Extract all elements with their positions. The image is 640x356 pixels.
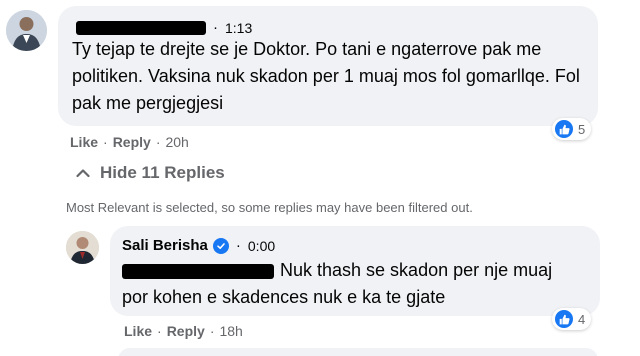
action-dot: ·: [155, 134, 161, 150]
comment-age[interactable]: 20h: [165, 134, 188, 150]
reply-text: Nuk thash se skadon per nje muaj por koh…: [122, 257, 592, 311]
action-dot: ·: [103, 134, 108, 150]
comment-time: 1:13: [225, 19, 253, 36]
hide-replies-button[interactable]: Hide 11 Replies: [76, 163, 225, 183]
reply-actions: Like · Reply · 18h: [124, 323, 243, 339]
reply-time: 0:00: [247, 237, 276, 254]
reply-reply-button[interactable]: Reply: [167, 323, 205, 339]
comment-reaction-count: 5: [578, 121, 586, 137]
reply-like-button[interactable]: Like: [124, 323, 152, 339]
hide-replies-label: Hide 11 Replies: [100, 163, 225, 182]
comment-like-button[interactable]: Like: [70, 134, 98, 150]
reply-text-line1: Nuk thash se skadon per nje muaj: [280, 260, 553, 280]
reply-text-line2: por kohen e skadences nuk e ka te gjate: [122, 287, 446, 307]
reply-author-name[interactable]: Sali Berisha: [122, 237, 208, 254]
comment-text: Ty tejap te drejte se je Doktor. Po tani…: [72, 39, 580, 113]
action-dot: ·: [209, 323, 215, 339]
comment-header: · 1:13: [76, 19, 252, 36]
thumbs-up-icon: [555, 310, 573, 328]
header-separator: ·: [235, 237, 241, 254]
comment-reply-button[interactable]: Reply: [113, 134, 151, 150]
next-reply-bubble: [118, 348, 598, 356]
chevron-up-icon: [76, 163, 90, 183]
comment-reactions[interactable]: 5: [552, 118, 592, 140]
comment-author-redacted[interactable]: [76, 20, 206, 35]
filter-note: Most Relevant is selected, so some repli…: [66, 200, 473, 215]
reply-mention-redacted[interactable]: [122, 263, 274, 279]
header-separator: ·: [213, 19, 218, 36]
reply-reactions[interactable]: 4: [552, 308, 592, 330]
reply-author-avatar[interactable]: [66, 231, 99, 264]
reply-age[interactable]: 18h: [219, 323, 242, 339]
action-dot: ·: [157, 323, 162, 339]
verified-badge-icon: [212, 237, 229, 254]
commenter-avatar[interactable]: [6, 10, 47, 51]
reply-header: Sali Berisha · 0:00: [122, 237, 275, 254]
comment-actions: Like · Reply · 20h: [70, 134, 189, 150]
thumbs-up-icon: [555, 120, 573, 138]
reply-reaction-count: 4: [578, 311, 586, 327]
